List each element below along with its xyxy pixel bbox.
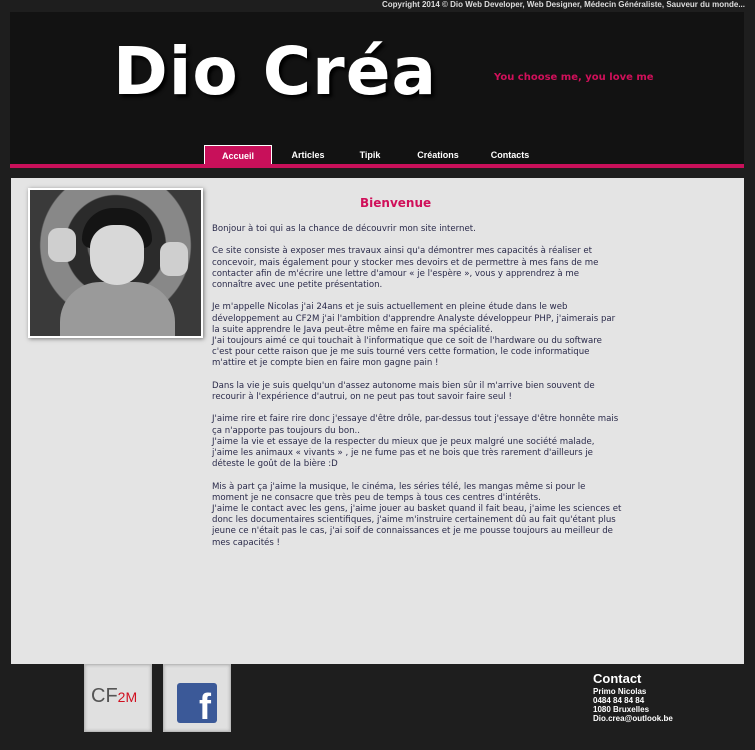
site-logo[interactable]: Dio Créa [113,32,437,112]
site-header: Dio Créa You choose me, you love me Accu… [10,12,744,168]
paragraph: Bonjour à toi qui as la chance de découv… [212,224,476,234]
paragraph: Mis à part ça j'aime la musique, le ciné… [212,481,622,548]
intro-text: Bonjour à toi qui as la chance de découv… [212,224,622,560]
contact-city: 1080 Bruxelles [593,705,650,714]
nav-item-contacts[interactable]: Contacts [480,145,540,166]
main-nav: Accueil Articles Tipik Créations Contact… [204,145,550,166]
main-content: Bienvenue Bonjour à toi qui as la chance… [11,178,744,664]
contact-name: Primo Nicolas [593,687,647,696]
paragraph: Je m'appelle Nicolas j'ai 24ans et je su… [212,302,616,369]
copyright-text: Copyright 2014 © Dio Web Developer, Web … [381,0,745,9]
photo-fist-left [48,228,76,262]
contact-title: Contact [593,671,642,686]
nav-item-articles[interactable]: Articles [282,145,334,166]
photo-body [60,282,175,336]
photo-fist-right [160,242,188,276]
paragraph: Dans la vie je suis quelqu'un d'assez au… [212,380,595,402]
contact-email[interactable]: Dio.crea@outlook.be [593,714,673,723]
site-tagline: You choose me, you love me [494,72,654,83]
photo-face [90,225,144,285]
nav-item-creations[interactable]: Créations [406,145,470,166]
facebook-link[interactable]: f [163,664,231,732]
contact-phone: 0484 84 84 84 [593,696,645,705]
cf2m-logo-icon: CF2M [91,685,137,708]
facebook-icon: f [177,683,217,723]
nav-item-tipik[interactable]: Tipik [344,145,396,166]
contact-block: Contact Primo Nicolas 0484 84 84 84 1080… [593,671,673,723]
page-title: Bienvenue [360,196,432,210]
paragraph: J'aime rire et faire rire donc j'essaye … [212,414,619,470]
nav-item-accueil[interactable]: Accueil [204,145,272,166]
profile-photo [28,188,203,338]
cf2m-link[interactable]: CF2M [84,664,152,732]
nav-underline-bar [10,164,744,168]
cf2m-logo-sub: 2M [117,689,138,705]
paragraph: Ce site consiste à exposer mes travaux a… [212,246,599,290]
cf2m-logo-text: CF [91,685,118,707]
